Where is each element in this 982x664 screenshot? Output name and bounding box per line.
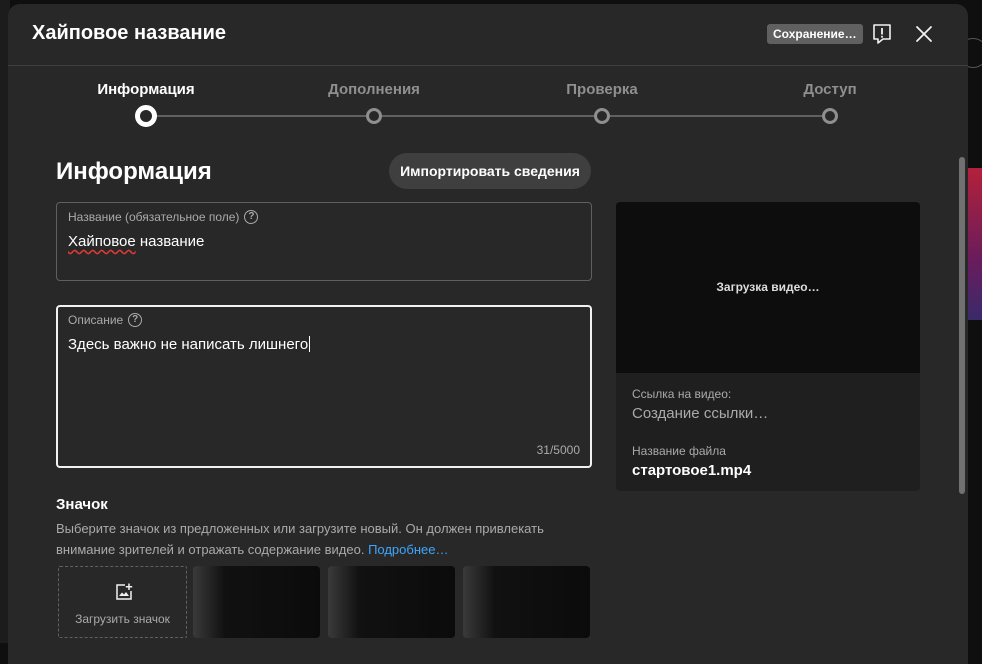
thumbnail-option[interactable] (193, 566, 320, 638)
filename-label: Название файла (632, 444, 726, 458)
filename-value: стартовое1.mp4 (632, 462, 751, 479)
video-link-label: Ссылка на видео: (632, 387, 731, 401)
description-field-label-row: Описание ? (68, 313, 142, 327)
step-access-label[interactable]: Доступ (803, 81, 856, 98)
title-field-label: Название (обязательное поле) (68, 210, 239, 224)
title-field-label-row: Название (обязательное поле) ? (68, 210, 258, 224)
video-player[interactable]: Загрузка видео… (616, 202, 920, 373)
close-icon[interactable] (912, 22, 936, 46)
thumbnail-option[interactable] (463, 566, 590, 638)
feedback-icon[interactable] (870, 22, 894, 46)
step-info-label[interactable]: Информация (97, 81, 194, 98)
saving-status-badge: Сохранение… (767, 24, 863, 44)
step-check-label[interactable]: Проверка (566, 81, 637, 98)
help-icon[interactable]: ? (128, 313, 142, 327)
title-input[interactable]: Хайповое название (68, 233, 204, 250)
step-extras-dot[interactable] (366, 108, 382, 124)
description-field[interactable]: Описание ? Здесь важно не написать лишне… (56, 305, 592, 468)
upload-details-dialog: Хайповое название Сохранение… Информация… (8, 4, 968, 664)
upload-thumbnail-label: Загрузить значок (59, 612, 186, 626)
dialog-scrollbar[interactable] (959, 157, 965, 494)
section-title: Информация (56, 158, 212, 186)
background-thumbnail (966, 168, 982, 320)
character-counter: 31/5000 (537, 443, 580, 457)
text-caret (309, 336, 310, 352)
upload-stepper: Информация Дополнения Проверка Доступ (8, 66, 968, 136)
step-info-dot[interactable] (135, 105, 157, 127)
step-extras-label[interactable]: Дополнения (328, 81, 420, 98)
video-link-value: Создание ссылки… (632, 405, 768, 422)
thumbnail-description: Выберите значок из предложенных или загр… (56, 518, 576, 560)
description-text: Здесь важно не написать лишнего (68, 336, 308, 353)
step-access-dot[interactable] (822, 108, 838, 124)
help-icon[interactable]: ? (244, 210, 258, 224)
title-field[interactable]: Название (обязательное поле) ? Хайповое … (56, 202, 592, 281)
video-loading-text: Загрузка видео… (616, 280, 920, 294)
upload-thumbnail-button[interactable]: Загрузить значок (58, 566, 187, 638)
stepper-track (146, 115, 830, 117)
description-field-label: Описание (68, 313, 123, 327)
description-input[interactable]: Здесь важно не написать лишнего (68, 336, 310, 353)
thumbnail-description-text: Выберите значок из предложенных или загр… (56, 521, 544, 557)
import-details-button[interactable]: Импортировать сведения (389, 153, 591, 189)
thumbnail-section-title: Значок (56, 496, 108, 513)
title-misspelled-word: Хайповое (68, 233, 136, 250)
title-rest: название (136, 233, 205, 250)
dialog-header: Хайповое название Сохранение… (8, 4, 968, 66)
dialog-title: Хайповое название (32, 22, 226, 45)
learn-more-link[interactable]: Подробнее… (368, 542, 448, 557)
step-check-dot[interactable] (594, 108, 610, 124)
thumbnail-option[interactable] (328, 566, 455, 638)
video-preview-card: Загрузка видео… Ссылка на видео: Создани… (616, 202, 920, 491)
add-image-icon (115, 583, 133, 601)
